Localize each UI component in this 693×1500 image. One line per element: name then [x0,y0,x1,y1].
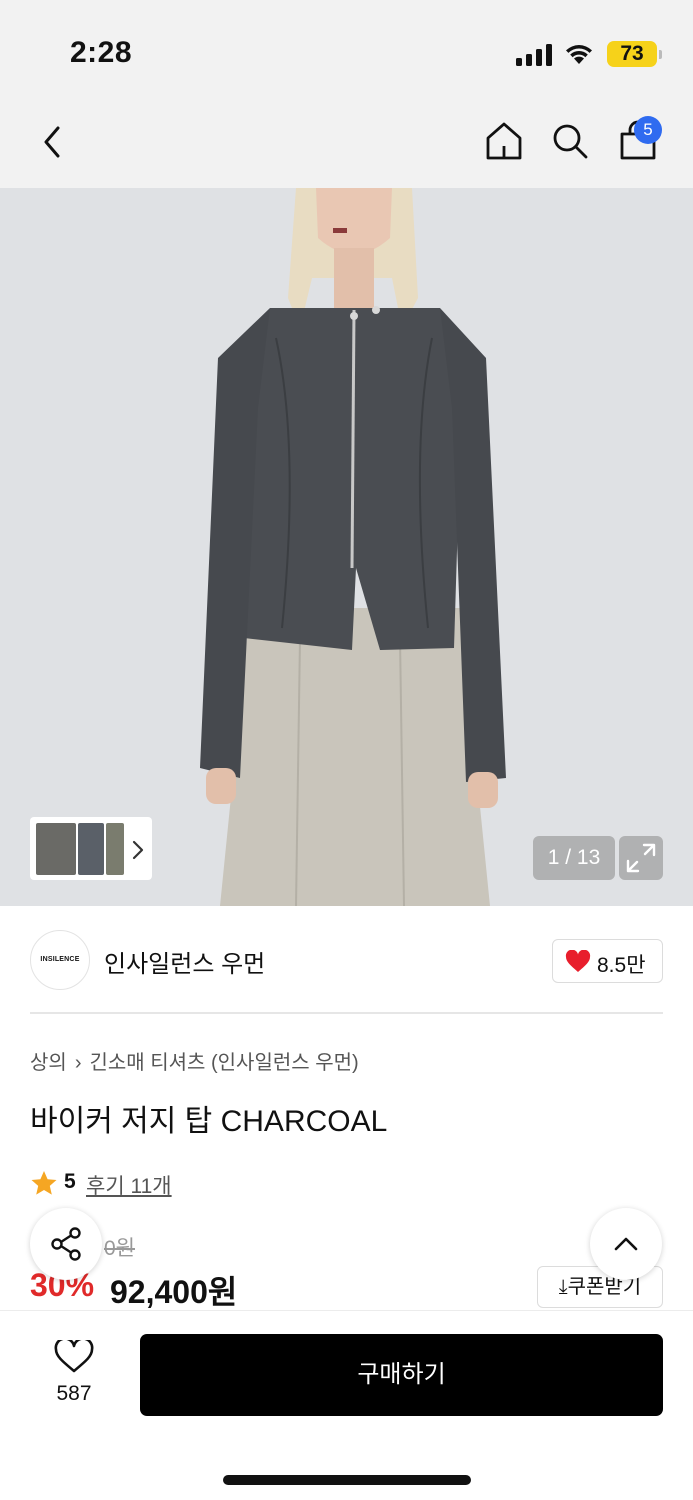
expand-button[interactable] [619,836,663,880]
thumbnail-3[interactable] [106,823,124,875]
status-bar: 2:28 73 [0,0,693,100]
signal-icon [516,44,552,66]
reviews-link[interactable]: 후기 11개 [86,1170,172,1200]
cart-count-badge: 5 [634,116,662,144]
heart-icon [54,1340,94,1373]
battery-nub [659,50,662,59]
brand-like-count: 8.5만 [597,954,646,977]
breadcrumb: 상의 › 긴소매 티셔츠 (인사일런스 우먼) [30,1046,359,1075]
scroll-to-top-button[interactable] [590,1208,662,1280]
battery-indicator: 73 [607,41,657,67]
star-icon [31,1171,57,1195]
expand-icon [626,843,656,873]
status-time: 2:28 [70,36,133,69]
share-button[interactable] [30,1208,102,1280]
original-price: 0원 [104,1237,135,1260]
wifi-icon [566,45,592,64]
chevron-right-icon: › [74,1052,82,1074]
sale-price: 92,400원 [110,1274,238,1310]
product-photo [0,188,693,906]
wishlist-button[interactable]: 587 [40,1336,108,1406]
download-icon: ⤓ [558,1276,568,1298]
top-nav-bar [0,100,693,188]
home-indicator [223,1475,471,1485]
chevron-up-icon [614,1237,638,1251]
home-icon[interactable] [484,120,524,162]
product-image[interactable] [0,188,693,906]
breadcrumb-item[interactable]: 긴소매 티셔츠 (인사일런스 우먼) [89,1052,358,1074]
brand-like-button[interactable]: 8.5만 [552,939,663,983]
chevron-right-icon[interactable] [130,838,146,862]
wishlist-count: 587 [56,1382,92,1405]
share-icon [51,1227,81,1261]
chevron-left-icon[interactable] [36,122,68,162]
search-icon[interactable] [550,120,590,162]
heart-filled-icon [565,950,591,972]
brand-logo[interactable]: INSILENCE [30,930,90,990]
thumbnail-1[interactable] [36,823,76,875]
image-counter: 1 / 13 [533,836,615,880]
brand-name[interactable]: 인사일런스 우먼 [104,944,265,979]
buy-button[interactable]: 구매하기 [140,1334,663,1416]
rating-score: 5 [64,1170,76,1193]
section-divider [30,1012,663,1014]
breadcrumb-item[interactable]: 상의 [30,1052,67,1074]
thumbnail-2[interactable] [78,823,104,875]
product-title: 바이커 저지 탑 CHARCOAL [30,1105,388,1138]
